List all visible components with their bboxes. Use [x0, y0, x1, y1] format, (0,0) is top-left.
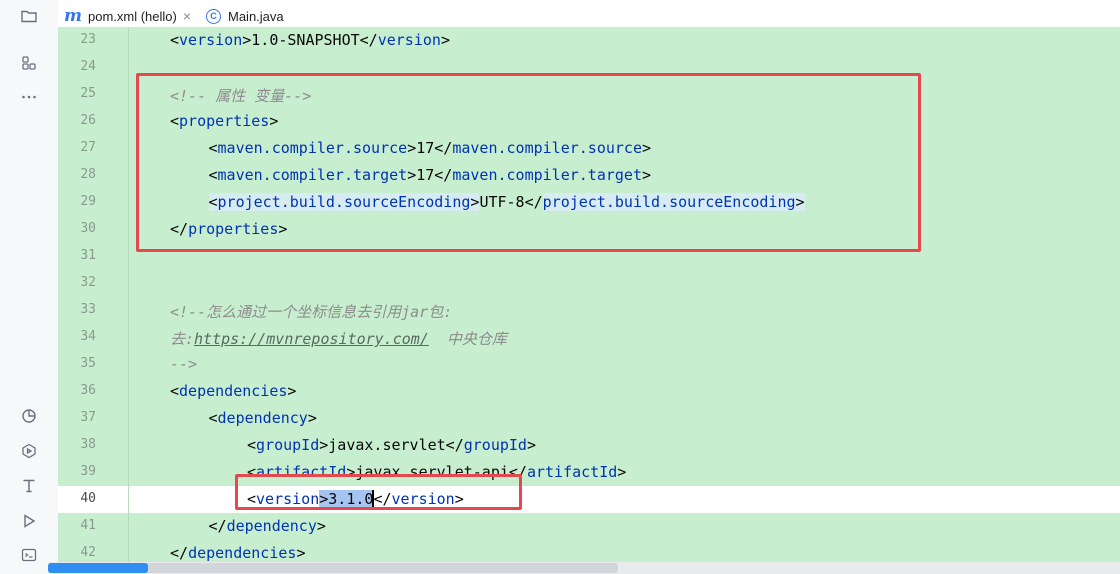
- close-icon[interactable]: ×: [183, 8, 191, 24]
- line-number: 30: [80, 221, 96, 236]
- services-icon[interactable]: [20, 442, 38, 460]
- line-number: 29: [80, 194, 96, 209]
- structure-icon[interactable]: [20, 54, 38, 72]
- line-number: 40: [80, 491, 96, 506]
- terminal-icon[interactable]: [20, 546, 38, 564]
- line-number: 27: [80, 140, 96, 155]
- line-number: 23: [80, 32, 96, 47]
- code-line[interactable]: 32: [58, 270, 1120, 297]
- code-text: <groupId>javax.servlet</groupId>: [247, 436, 536, 454]
- code-text: -->: [170, 355, 197, 373]
- code-text: </dependencies>: [170, 544, 305, 562]
- code-line[interactable]: 23 <version>1.0-SNAPSHOT</version>: [58, 27, 1120, 54]
- line-number: 28: [80, 167, 96, 182]
- project-folder-icon[interactable]: [20, 7, 38, 25]
- code-token: dependencies: [179, 382, 288, 400]
- code-token: version: [179, 31, 243, 49]
- code-token: >javax.servlet</: [319, 436, 464, 454]
- line-number: 25: [80, 86, 96, 101]
- code-token: >: [440, 31, 450, 49]
- code-token: >1.0-SNAPSHOT</: [242, 31, 378, 49]
- line-number: 41: [80, 518, 96, 533]
- code-token: groupId: [463, 436, 527, 454]
- line-number: 32: [80, 275, 96, 290]
- code-token: </: [208, 517, 227, 535]
- code-token: <: [208, 409, 218, 427]
- tab-label: Main.java: [228, 8, 284, 24]
- code-line[interactable]: 40 <version>3.1.0</version>: [58, 486, 1120, 513]
- code-line[interactable]: 37 <dependency>: [58, 405, 1120, 432]
- code-text: <dependency>: [209, 409, 317, 427]
- line-number: 34: [80, 329, 96, 344]
- code-line[interactable]: 34 去:https://mvnrepository.com/ 中央仓库: [58, 324, 1120, 351]
- code-token: >: [617, 463, 627, 481]
- code-token: >: [526, 436, 536, 454]
- code-token: dependencies: [188, 544, 297, 562]
- code-token: dependency: [226, 517, 317, 535]
- build-hammer-icon[interactable]: [20, 477, 38, 495]
- line-number: 37: [80, 410, 96, 425]
- code-link[interactable]: https://mvnrepository.com/: [194, 330, 429, 348]
- code-token: artifactId: [526, 463, 618, 481]
- code-token: groupId: [256, 436, 320, 454]
- code-token: version: [377, 31, 441, 49]
- line-number: 31: [80, 248, 96, 263]
- code-line[interactable]: 35 -->: [58, 351, 1120, 378]
- tab-label: pom.xml (hello): [88, 8, 177, 24]
- code-text: <version>1.0-SNAPSHOT</version>: [170, 31, 450, 49]
- code-token: >: [296, 544, 306, 562]
- line-number: 33: [80, 302, 96, 317]
- code-line[interactable]: 41 </dependency>: [58, 513, 1120, 540]
- code-token: dependency: [217, 409, 308, 427]
- code-line[interactable]: 38 <groupId>javax.servlet</groupId>: [58, 432, 1120, 459]
- annotation-box-version: [235, 474, 522, 510]
- line-number: 36: [80, 383, 96, 398]
- profiler-icon[interactable]: [20, 407, 38, 425]
- code-token: -->: [170, 355, 198, 373]
- line-number: 38: [80, 437, 96, 452]
- java-class-icon: C: [206, 8, 221, 24]
- activity-bar: [0, 0, 58, 574]
- code-token: <!--怎么通过一个坐标信息去引用jar包:: [170, 303, 453, 321]
- more-icon[interactable]: [20, 88, 38, 106]
- scrollbar-thumb-active[interactable]: [48, 563, 148, 573]
- code-token: </: [170, 544, 189, 562]
- line-number: 42: [80, 545, 96, 560]
- code-token: <: [247, 436, 257, 454]
- code-token: 中央仓库: [428, 330, 507, 348]
- maven-file-icon: m: [64, 5, 82, 26]
- gutter-separator: [128, 27, 129, 574]
- line-number: 35: [80, 356, 96, 371]
- code-line[interactable]: 36 <dependencies>: [58, 378, 1120, 405]
- run-icon[interactable]: [20, 512, 38, 530]
- code-line[interactable]: 33 <!--怎么通过一个坐标信息去引用jar包:: [58, 297, 1120, 324]
- line-number: 39: [80, 464, 96, 479]
- code-token: <: [170, 31, 180, 49]
- code-text: 去:https://mvnrepository.com/ 中央仓库: [170, 328, 507, 349]
- code-token: >: [307, 409, 317, 427]
- code-text: <!--怎么通过一个坐标信息去引用jar包:: [170, 301, 452, 322]
- code-token: >: [316, 517, 326, 535]
- line-number: 24: [80, 59, 96, 74]
- code-line[interactable]: 39 <artifactId>javax.servlet-api</artifac…: [58, 459, 1120, 486]
- code-token: <: [170, 382, 180, 400]
- code-text: <dependencies>: [170, 382, 296, 400]
- code-text: </dependency>: [209, 517, 326, 535]
- code-token: 去:: [170, 330, 195, 348]
- annotation-box-properties: [136, 73, 921, 252]
- line-number: 26: [80, 113, 96, 128]
- code-token: >: [287, 382, 297, 400]
